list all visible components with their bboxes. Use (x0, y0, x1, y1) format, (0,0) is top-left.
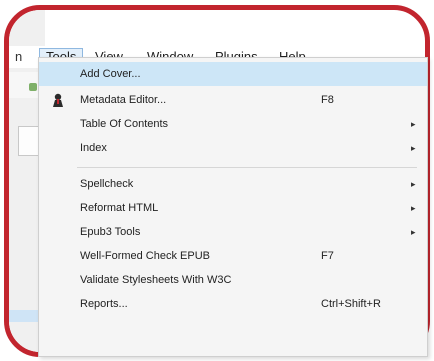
menu-item-label: Spellcheck (80, 178, 134, 190)
submenu-arrow-icon: ▸ (411, 227, 416, 237)
menu-item-label: Reports... (80, 298, 128, 310)
menu-item-label: Add Cover... (80, 68, 141, 80)
menu-item-table-of-contents[interactable]: Table Of Contents ▸ (39, 112, 427, 136)
menu-item-label: Reformat HTML (80, 202, 159, 214)
menu-item-label: Well-Formed Check EPUB (80, 250, 210, 262)
menu-item-reports[interactable]: Reports... Ctrl+Shift+R (39, 292, 427, 316)
menu-item-add-cover[interactable]: Add Cover... (39, 62, 427, 86)
menu-separator (77, 167, 417, 168)
submenu-arrow-icon: ▸ (411, 179, 416, 189)
submenu-arrow-icon: ▸ (411, 203, 416, 213)
toolbar-button[interactable] (18, 126, 40, 156)
menu-item-shortcut: F8 (321, 94, 334, 106)
menu-item-metadata-editor[interactable]: Metadata Editor... F8 (39, 88, 427, 112)
menu-item-validate-stylesheets[interactable]: Validate Stylesheets With W3C (39, 268, 427, 292)
screenshot-frame: n Tools View Window Plugins Help Add Cov… (0, 0, 434, 361)
submenu-arrow-icon: ▸ (411, 119, 416, 129)
menu-item-label: Metadata Editor... (80, 94, 167, 106)
tools-dropdown-menu: Add Cover... Metadata Editor... F8 Table… (38, 57, 428, 357)
metadata-editor-icon (50, 92, 66, 108)
toolbar-icon[interactable] (29, 83, 37, 91)
submenu-arrow-icon: ▸ (411, 143, 416, 153)
menu-item-reformat-html[interactable]: Reformat HTML ▸ (39, 196, 427, 220)
menu-item-label: Table Of Contents (80, 118, 169, 130)
menu-item-index[interactable]: Index ▸ (39, 136, 427, 160)
menu-item-epub3-tools[interactable]: Epub3 Tools ▸ (39, 220, 427, 244)
menu-item-partial[interactable]: n (9, 48, 28, 66)
menu-item-well-formed-check[interactable]: Well-Formed Check EPUB F7 (39, 244, 427, 268)
menu-item-label: Validate Stylesheets With W3C (80, 274, 232, 286)
menu-item-label: Index (80, 142, 107, 154)
menu-item-spellcheck[interactable]: Spellcheck ▸ (39, 172, 427, 196)
menu-item-shortcut: F7 (321, 250, 334, 262)
menu-item-label: Epub3 Tools (80, 226, 141, 238)
menu-item-shortcut: Ctrl+Shift+R (321, 298, 381, 310)
